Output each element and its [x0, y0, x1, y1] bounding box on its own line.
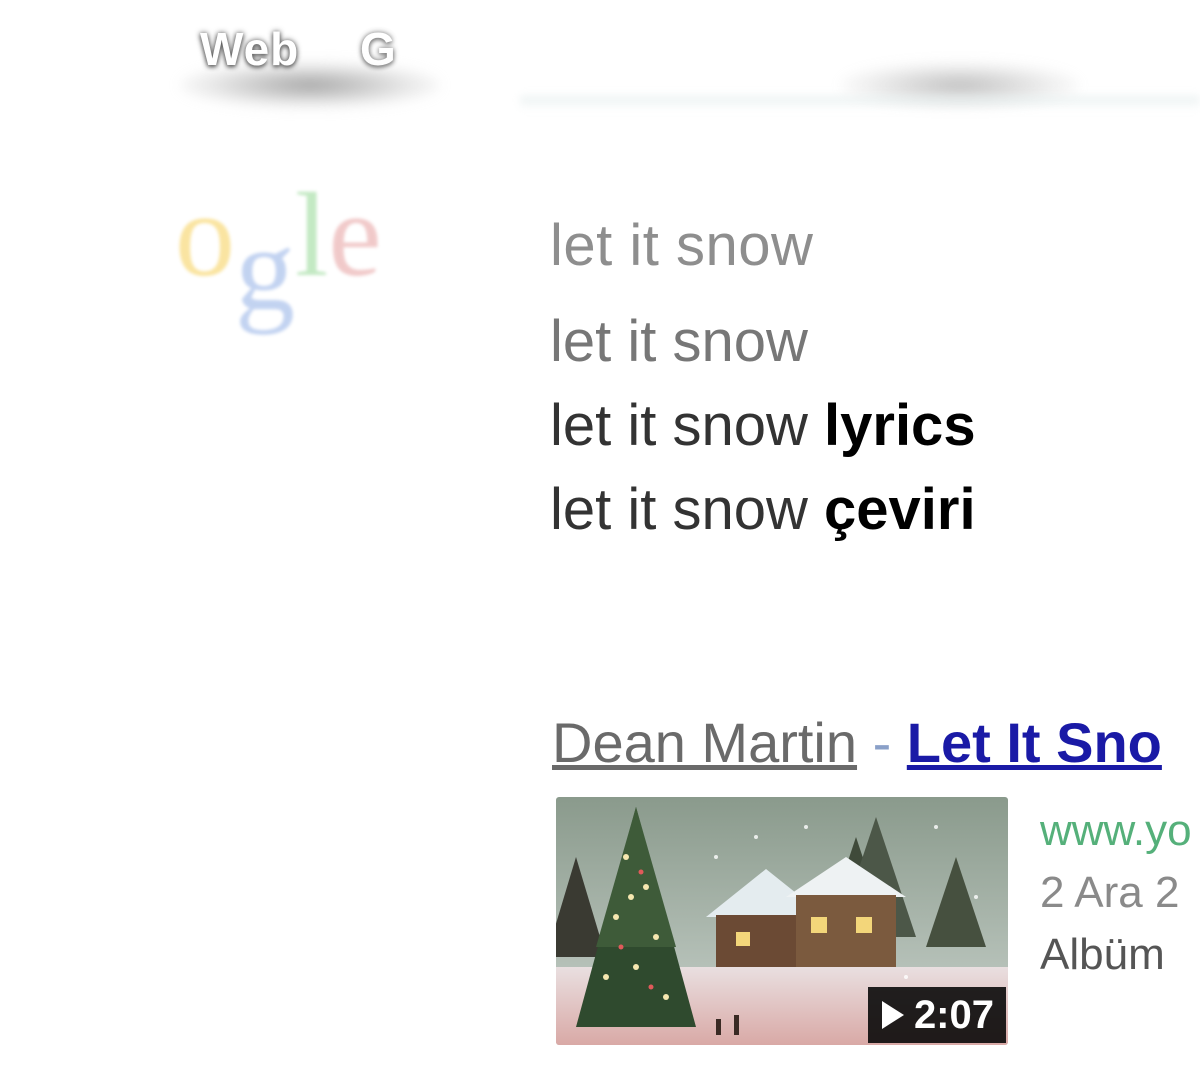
- play-icon: [881, 1001, 904, 1029]
- video-thumbnail[interactable]: 2:07: [556, 797, 1008, 1045]
- search-input[interactable]: [550, 212, 1150, 279]
- nav-web-link[interactable]: Web: [200, 22, 299, 76]
- result-title-link[interactable]: Dean Martin - Let It Sno: [552, 710, 1162, 775]
- logo-letter: e: [328, 168, 382, 301]
- suggestion-item[interactable]: let it snow: [550, 300, 976, 384]
- result-separator: -: [857, 711, 907, 774]
- result-date: 2 Ara 2: [1040, 868, 1180, 917]
- suggestion-base: let it snow: [550, 477, 824, 542]
- video-duration: 2:07: [913, 993, 994, 1037]
- suggestion-base: let it snow: [550, 309, 808, 374]
- suggestion-base: let it snow: [550, 393, 824, 458]
- result-url: www.yo: [1040, 806, 1192, 855]
- video-duration-badge: 2:07: [867, 987, 1006, 1043]
- nav-second-link[interactable]: G: [360, 22, 397, 76]
- suggestion-item[interactable]: let it snow lyrics: [550, 384, 976, 468]
- result-artist: Dean Martin: [552, 711, 858, 774]
- logo-letter: l: [295, 168, 329, 301]
- suggestion-item[interactable]: let it snow çeviri: [550, 468, 976, 552]
- result-song: Let It Sno: [906, 711, 1162, 774]
- result-type: Albüm: [1040, 930, 1165, 979]
- result-meta: www.yo 2 Ara 2 Albüm: [1040, 800, 1192, 986]
- logo-letter: o: [175, 168, 235, 301]
- suggestion-extra: lyrics: [824, 393, 976, 458]
- logo-letter: g: [235, 202, 295, 335]
- google-logo[interactable]: ogle: [175, 150, 495, 335]
- suggestion-extra: çeviri: [824, 477, 976, 542]
- suggestion-list: let it snow let it snow lyrics let it sn…: [550, 300, 976, 552]
- nav-divider: [520, 96, 1200, 110]
- page: Web G ogle let it snow let it snow lyric…: [0, 0, 1200, 1080]
